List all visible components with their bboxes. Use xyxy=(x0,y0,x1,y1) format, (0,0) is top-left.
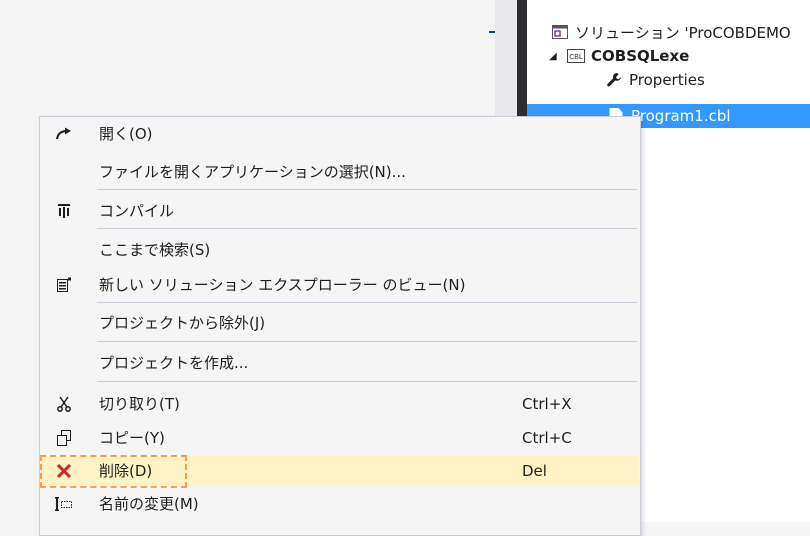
menu-item-new-view[interactable]: 新しい ソリューション エクスプローラー のビュー(N) xyxy=(41,270,639,299)
menu-item-open[interactable]: 開く(O) xyxy=(41,119,639,148)
solution-icon xyxy=(551,24,569,40)
shortcut-label: Ctrl+C xyxy=(522,428,572,447)
delete-x-icon xyxy=(41,463,86,479)
menu-item-compile[interactable]: コンパイル xyxy=(41,196,639,225)
menu-separator xyxy=(97,341,637,342)
svg-text:CBL: CBL xyxy=(569,53,583,61)
menu-item-open-with[interactable]: ファイルを開くアプリケーションの選択(N)... xyxy=(41,157,639,186)
solution-label: ソリューション 'ProCOBDEMO xyxy=(575,23,791,42)
cobol-project-icon: CBL xyxy=(567,48,585,64)
compile-icon xyxy=(41,203,86,219)
menu-separator xyxy=(97,189,637,190)
menu-separator xyxy=(97,302,637,303)
tree-item-solution[interactable]: ソリューション 'ProCOBDEMO xyxy=(551,20,791,44)
menu-separator xyxy=(97,381,637,382)
selected-file-label: Program1.cbl xyxy=(631,107,731,125)
menu-item-rename[interactable]: 名前の変更(M) xyxy=(41,489,639,518)
new-view-icon xyxy=(41,277,86,293)
menu-item-exclude[interactable]: プロジェクトから除外(J) xyxy=(41,308,639,337)
project-label: COBSQLexe xyxy=(591,47,690,65)
shortcut-label: Del xyxy=(522,461,547,480)
tree-item-properties[interactable]: Properties xyxy=(605,68,705,92)
menu-item-delete[interactable]: 削除(D) Del xyxy=(41,456,639,485)
expander-arrow-icon[interactable]: ◢ xyxy=(549,51,561,62)
menu-item-find-here[interactable]: ここまで検索(S) xyxy=(41,235,639,264)
copy-icon xyxy=(41,429,86,446)
menu-item-cut[interactable]: 切り取り(T) Ctrl+X xyxy=(41,389,639,418)
context-menu: 開く(O) ファイルを開くアプリケーションの選択(N)... コンパイル ここま… xyxy=(39,116,641,536)
shortcut-label: Ctrl+X xyxy=(522,394,572,413)
properties-label: Properties xyxy=(629,71,705,89)
menu-separator xyxy=(97,228,637,229)
wrench-icon xyxy=(605,72,623,88)
menu-item-copy[interactable]: コピー(Y) Ctrl+C xyxy=(41,423,639,452)
rename-icon xyxy=(41,496,86,512)
menu-item-build[interactable]: プロジェクトを作成... xyxy=(41,348,639,377)
open-arrow-icon xyxy=(41,127,86,141)
tree-item-project[interactable]: ◢ CBL COBSQLexe xyxy=(549,44,689,68)
scissors-icon xyxy=(41,396,86,412)
